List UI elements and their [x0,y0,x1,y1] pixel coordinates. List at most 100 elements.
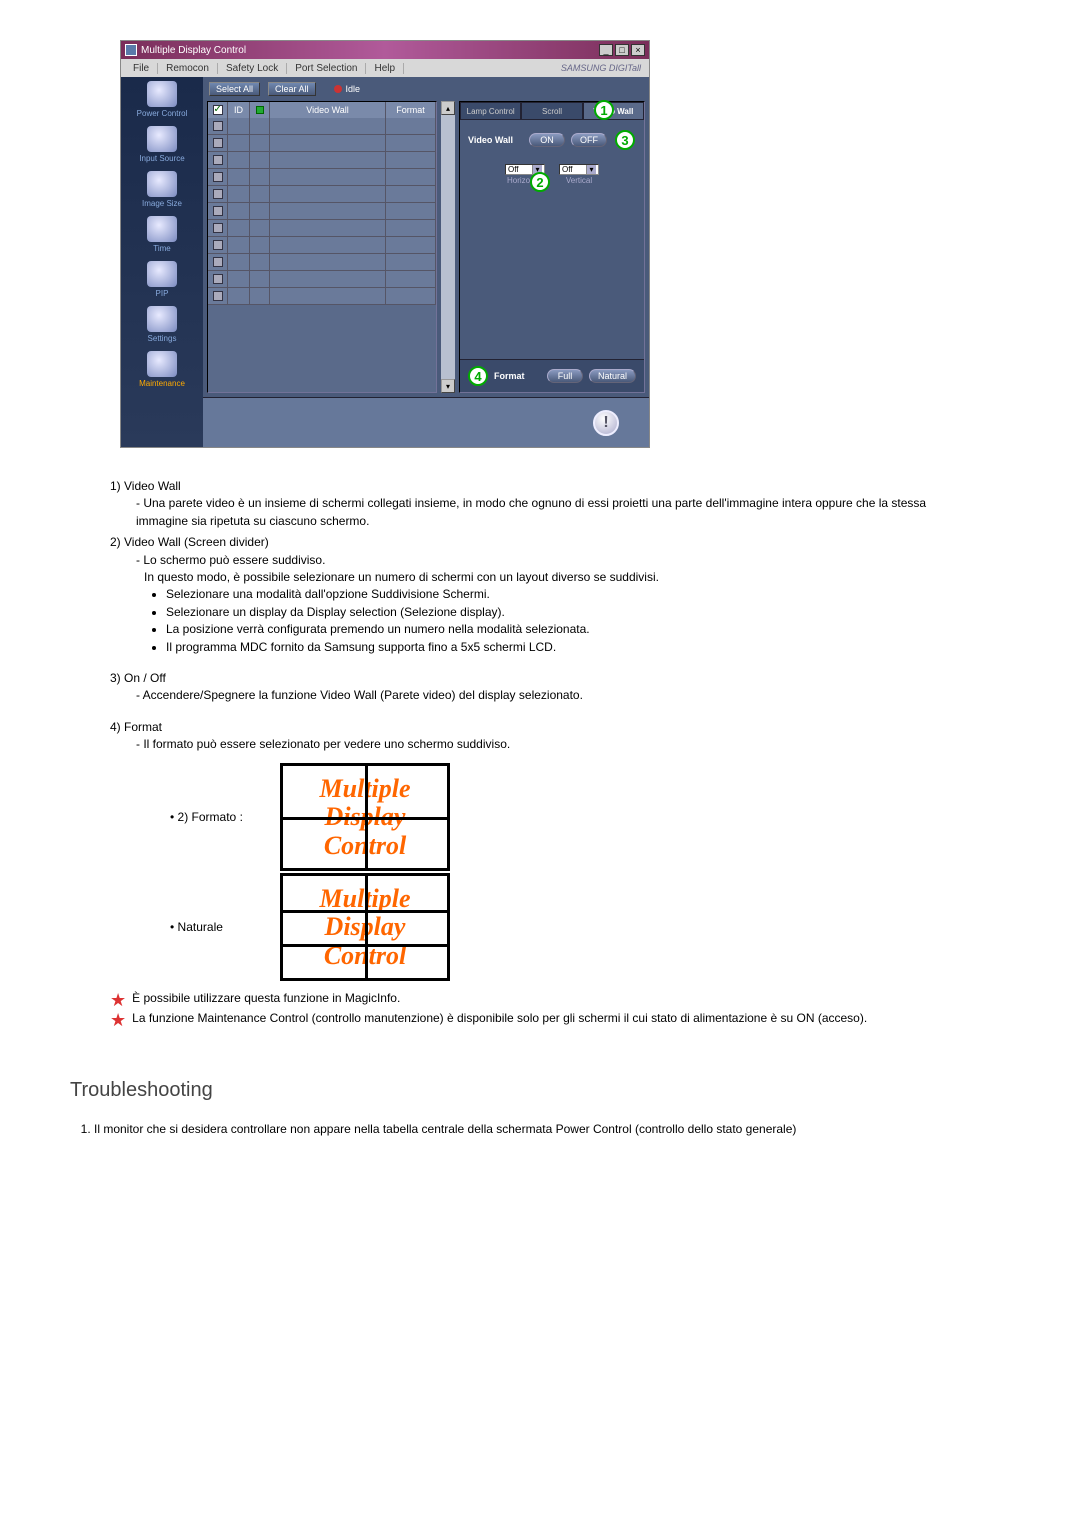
toolbar: Select All Clear All Idle [203,77,649,101]
callout-3: 3 [615,130,635,150]
scroll-track[interactable] [441,115,455,379]
sidebar-item-settings[interactable]: Settings [123,306,201,343]
troubleshooting-heading: Troubleshooting [70,1079,1020,1102]
table-row[interactable] [208,288,436,305]
close-button[interactable]: × [631,44,645,56]
table-row[interactable] [208,203,436,220]
sidebar-label: Input Source [123,154,201,163]
menu-safety-lock[interactable]: Safety Lock [218,63,287,74]
tab-scroll[interactable]: Scroll [521,102,582,120]
menubar: File Remocon Safety Lock Port Selection … [121,59,649,77]
table-row[interactable] [208,237,436,254]
menu-port-selection[interactable]: Port Selection [287,63,366,74]
callout-1: 1 [594,100,614,120]
app-icon [125,44,137,56]
app-window: Multiple Display Control _ □ × File Remo… [120,40,650,448]
col-checkbox[interactable]: ✓ [208,102,228,118]
brand-label: SAMSUNG DIGITall [561,63,645,73]
vertical-select-wrap: Off▾ Vertical [559,164,599,185]
display-grid: ✓ ID Video Wall Format [207,101,437,393]
image-size-icon [147,171,177,197]
divider-row: Off▾ Horizontal Off▾ Vertical [460,160,644,189]
star-icon: ★ [110,991,126,1009]
natural-image: Multiple Display Control [280,873,450,981]
idle-label: Idle [346,84,361,94]
format2-image: Multiple Display Control [280,763,450,871]
table-row[interactable] [208,118,436,135]
item-4-title: 4) Format [110,719,970,736]
sidebar-label: Time [123,244,201,253]
info-icon: ! [593,410,619,436]
format-examples: 2) Formato : Multiple Display Control Na… [170,763,1020,981]
maintenance-icon [147,351,177,377]
col-id[interactable]: ID [228,102,250,118]
chevron-down-icon: ▾ [586,165,596,174]
menu-file[interactable]: File [125,63,158,74]
table-row[interactable] [208,169,436,186]
sidebar-item-pip[interactable]: PIP [123,261,201,298]
troubleshooting-list: Il monitor che si desidera controllare n… [94,1122,970,1136]
menu-remocon[interactable]: Remocon [158,63,218,74]
idle-dot-icon [334,85,342,93]
table-row[interactable] [208,220,436,237]
minimize-button[interactable]: _ [599,44,613,56]
item-2-desc2: In questo modo, è possibile selezionare … [144,569,970,586]
sidebar-label: Settings [123,334,201,343]
select-all-button[interactable]: Select All [209,82,260,96]
off-button[interactable]: OFF [571,133,607,147]
scrollbar[interactable]: ▴ ▾ [441,101,455,393]
col-format[interactable]: Format [386,102,436,118]
maximize-button[interactable]: □ [615,44,629,56]
col-video-wall[interactable]: Video Wall [270,102,386,118]
callout-2: 2 [530,172,550,192]
star-note-1-text: È possibile utilizzare questa funzione i… [132,991,400,1009]
sidebar-item-maintenance[interactable]: Maintenance [123,351,201,388]
sidebar-item-image-size[interactable]: Image Size [123,171,201,208]
item-2-desc1: - Lo schermo può essere suddiviso. [136,552,970,569]
table-row[interactable] [208,271,436,288]
ts-item-1: Il monitor che si desidera controllare n… [94,1122,970,1136]
titlebar: Multiple Display Control _ □ × [121,41,649,59]
sidebar-label: Maintenance [123,379,201,388]
item-3-desc: - Accendere/Spegnere la funzione Video W… [136,687,970,704]
tab-lamp-control[interactable]: Lamp Control [460,102,521,120]
format-natural-button[interactable]: Natural [589,369,636,383]
callout-4: 4 [468,366,488,386]
col-status[interactable] [250,102,270,118]
item-4-desc: - Il formato può essere selezionato per … [136,736,970,753]
item-2-li1: Selezionare una modalità dall'opzione Su… [166,586,970,603]
format2-label: 2) Formato : [170,810,260,824]
star-note-2-text: La funzione Maintenance Control (control… [132,1011,867,1029]
star-icon: ★ [110,1011,126,1029]
star-note-1: ★ È possibile utilizzare questa funzione… [110,991,970,1009]
sidebar-item-power-control[interactable]: Power Control [123,81,201,118]
sidebar-label: PIP [123,289,201,298]
table-row[interactable] [208,186,436,203]
sidebar-item-time[interactable]: Time [123,216,201,253]
item-1-title: 1) Video Wall [110,478,970,495]
settings-icon [147,306,177,332]
pip-icon [147,261,177,287]
menu-help[interactable]: Help [366,63,404,74]
window-buttons: _ □ × [599,44,645,56]
table-row[interactable] [208,135,436,152]
format-full-button[interactable]: Full [547,369,583,383]
vertical-caption: Vertical [566,176,592,185]
on-button[interactable]: ON [529,133,565,147]
right-panel: Lamp Control Scroll Video Wall 1 Video W… [459,101,645,393]
vertical-select[interactable]: Off▾ [559,164,599,175]
power-icon [147,81,177,107]
sidebar-item-input-source[interactable]: Input Source [123,126,201,163]
clear-all-button[interactable]: Clear All [268,82,316,96]
table-row[interactable] [208,254,436,271]
item-2-li3: La posizione verrà configurata premendo … [166,621,970,638]
documentation-text: 1) Video Wall - Una parete video è un in… [110,478,970,753]
table-row[interactable] [208,152,436,169]
sidebar: Power Control Input Source Image Size Ti… [121,77,203,447]
scroll-down-icon[interactable]: ▾ [441,379,455,393]
format-row: 4 Format Full Natural [460,359,644,392]
item-2-li2: Selezionare un display da Display select… [166,604,970,621]
item-3-title: 3) On / Off [110,670,970,687]
sidebar-label: Image Size [123,199,201,208]
scroll-up-icon[interactable]: ▴ [441,101,455,115]
